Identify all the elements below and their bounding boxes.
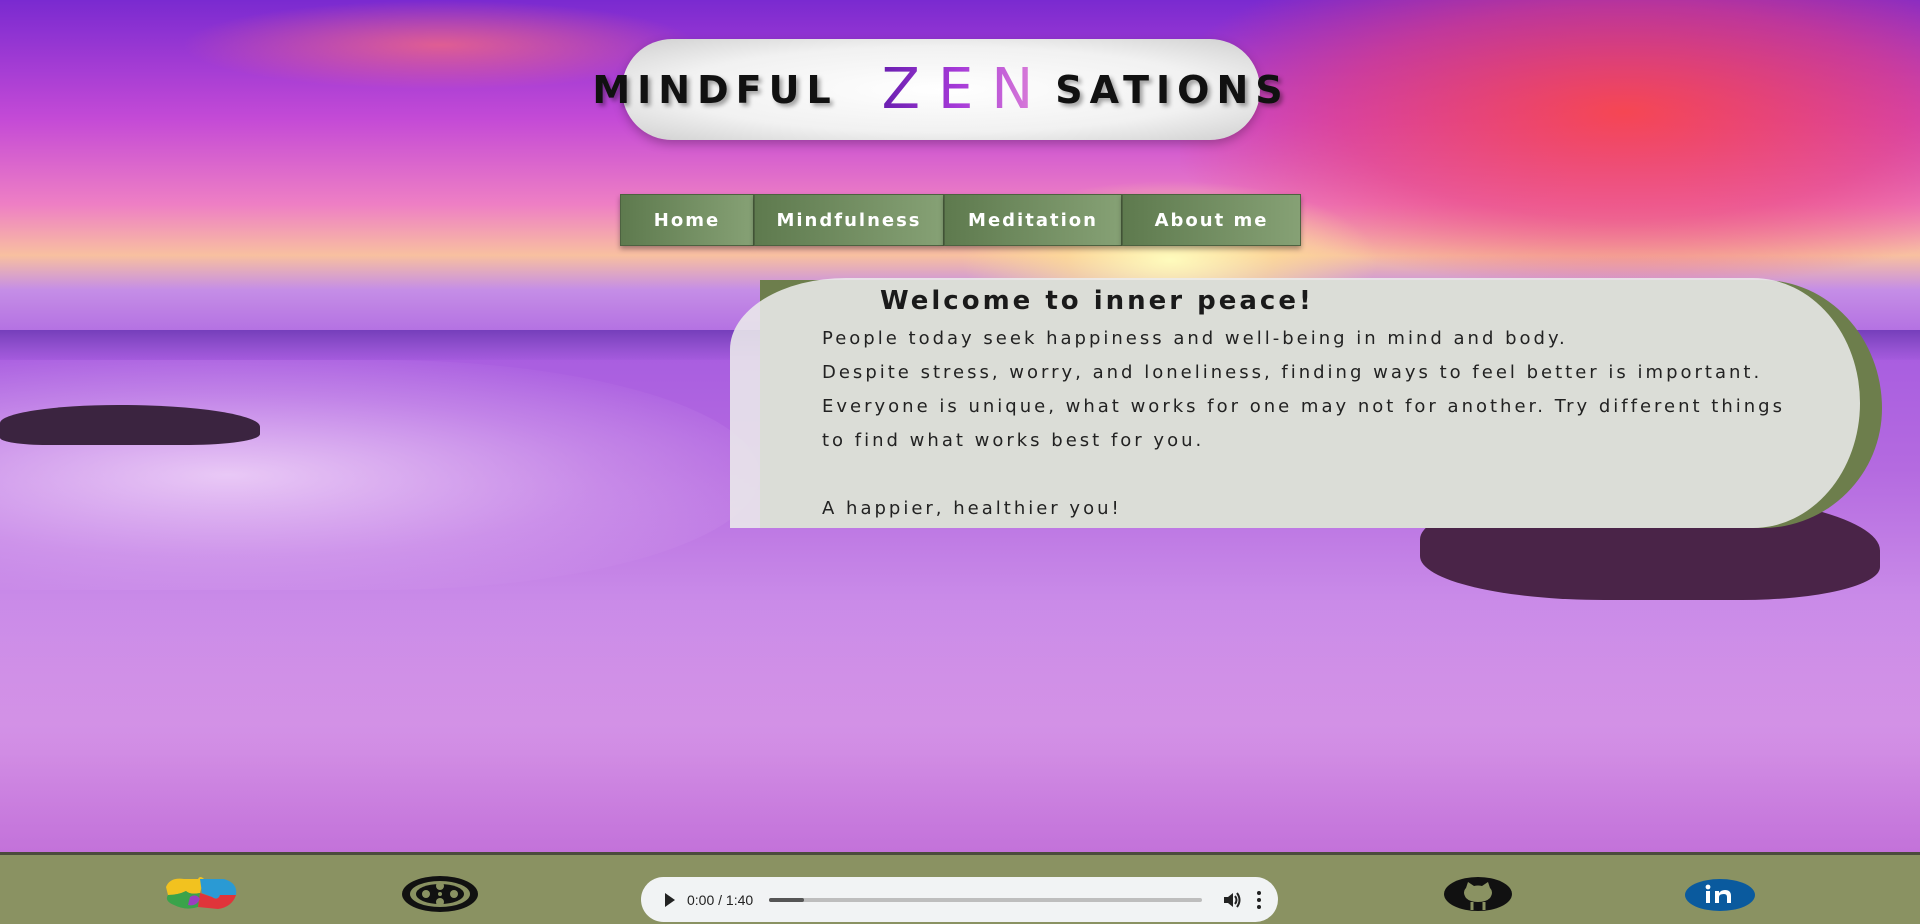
site-title-right: SATIONS [1055,67,1290,112]
more-options-icon[interactable] [1256,890,1262,909]
audio-time: 0:00 / 1:40 [687,891,754,908]
background-rock [0,405,260,445]
welcome-card: Welcome to inner peace! People today see… [730,278,1860,528]
site-title-left: MINDFUL [592,67,838,112]
welcome-paragraph: Despite stress, worry, and loneliness, f… [822,362,1785,451]
site-title: MINDFUL ZEN SATIONS [592,39,1283,140]
linkedin-icon[interactable] [1684,878,1756,912]
site-title-accent: ZEN [881,57,1052,122]
puzzle-icon[interactable] [160,873,240,913]
film-reel-icon[interactable] [400,875,480,913]
main-nav: Home Mindfulness Meditation About me [620,194,1301,246]
github-icon[interactable] [1442,876,1514,912]
nav-home-button[interactable]: Home [620,194,754,246]
welcome-paragraph: People today seek happiness and well-bei… [822,328,1568,349]
audio-progress-bar[interactable] [769,897,1202,902]
background-shore [0,600,1920,852]
audio-player[interactable]: 0:00 / 1:40 [641,877,1278,922]
welcome-tagline: A happier, healthier you! [822,498,1122,519]
welcome-heading: Welcome to inner peace! [880,286,1314,316]
play-icon[interactable] [665,892,675,907]
audio-progress-fill [769,897,804,902]
nav-mindfulness-button[interactable]: Mindfulness [754,194,944,246]
background-wave [0,360,760,590]
nav-about-button[interactable]: About me [1122,194,1301,246]
nav-meditation-button[interactable]: Meditation [944,194,1122,246]
volume-icon[interactable] [1222,891,1242,909]
